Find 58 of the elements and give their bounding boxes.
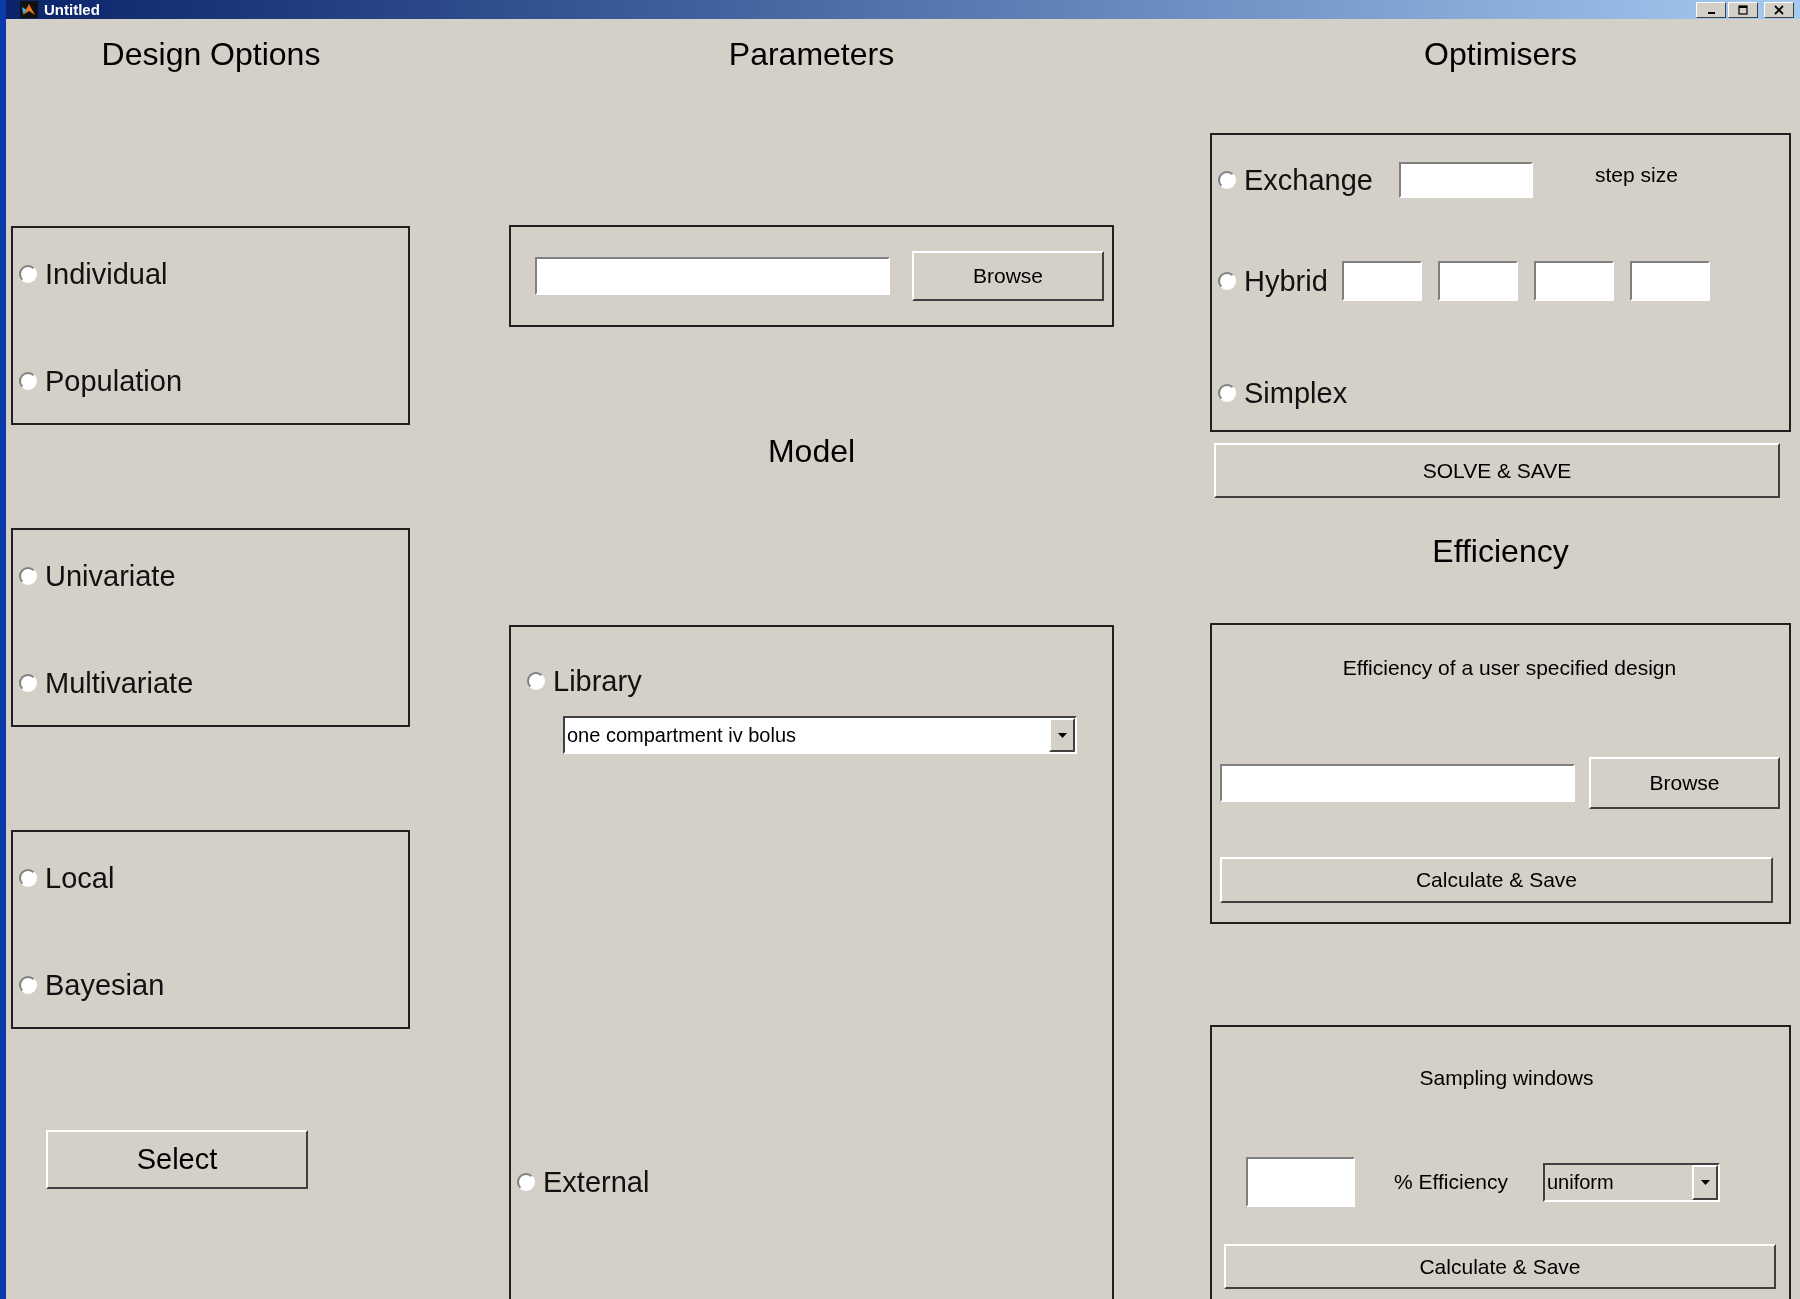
dropdown-value: one compartment iv bolus: [566, 723, 797, 747]
calculate-save-button[interactable]: Calculate & Save: [1224, 1244, 1776, 1289]
maximize-icon: [1738, 4, 1748, 15]
section-heading: Efficiency: [1431, 532, 1570, 571]
browse-button[interactable]: Browse: [1589, 757, 1780, 809]
caret-icon: [1057, 732, 1067, 738]
radio-button[interactable]: [517, 1173, 535, 1191]
step-size-label: step size: [1595, 163, 1678, 187]
input-field[interactable]: [1246, 1157, 1355, 1207]
radio-label: Exchange: [1244, 163, 1373, 197]
minimize-button[interactable]: [1696, 1, 1726, 18]
radio-label: Population: [45, 364, 183, 398]
maximize-button[interactable]: [1728, 1, 1758, 18]
radio-button[interactable]: [527, 672, 545, 690]
radio-button[interactable]: [19, 674, 37, 692]
select-button[interactable]: Select: [46, 1130, 308, 1189]
window-title: Untitled: [44, 0, 100, 19]
radio-label: Univariate: [45, 559, 176, 593]
section-heading: Design Options: [100, 35, 322, 74]
caret-icon: [1700, 1179, 1710, 1185]
input-field[interactable]: [1533, 261, 1614, 301]
radio-label: Hybrid: [1244, 264, 1328, 298]
dropdown[interactable]: uniform: [1543, 1162, 1720, 1202]
radio-button[interactable]: [19, 265, 37, 283]
radio-button[interactable]: [19, 567, 37, 585]
radio-button[interactable]: [19, 372, 37, 390]
section-heading: Optimisers: [1423, 35, 1578, 74]
browse-button[interactable]: Browse: [912, 251, 1104, 301]
radio-button[interactable]: [1218, 384, 1236, 402]
radio-button[interactable]: [1218, 272, 1236, 290]
radio-button[interactable]: [19, 869, 37, 887]
radio-label: Library: [553, 664, 642, 698]
radio-label: Individual: [45, 257, 168, 291]
radio-label: Multivariate: [45, 666, 194, 700]
radio-button[interactable]: [19, 976, 37, 994]
section-heading: Model: [766, 432, 857, 471]
input-field[interactable]: [1399, 162, 1533, 198]
input-field[interactable]: [1220, 764, 1575, 802]
radio-label: Local: [45, 861, 115, 895]
close-icon: [1774, 4, 1784, 15]
input-field[interactable]: [1341, 261, 1422, 301]
radio-label: Bayesian: [45, 968, 165, 1002]
radio-label: Simplex: [1244, 376, 1348, 410]
section-heading: Parameters: [727, 35, 896, 74]
radio-button[interactable]: [1218, 171, 1236, 189]
calculate-save-button[interactable]: Calculate & Save: [1220, 857, 1773, 903]
input-field[interactable]: [1629, 261, 1710, 301]
close-button[interactable]: [1764, 1, 1794, 18]
input-field[interactable]: [535, 257, 890, 295]
app-icon: [20, 1, 38, 18]
radio-label: External: [543, 1165, 650, 1199]
field-label: % Efficiency: [1394, 1170, 1508, 1194]
input-field[interactable]: [1437, 261, 1518, 301]
panel-caption: Efficiency of a user specified design: [1341, 656, 1678, 680]
minimize-icon: [1707, 12, 1715, 14]
solve-save-button[interactable]: SOLVE & SAVE: [1214, 443, 1780, 498]
dropdown[interactable]: one compartment iv bolus: [563, 716, 1077, 754]
panel-caption: Sampling windows: [1418, 1066, 1595, 1090]
